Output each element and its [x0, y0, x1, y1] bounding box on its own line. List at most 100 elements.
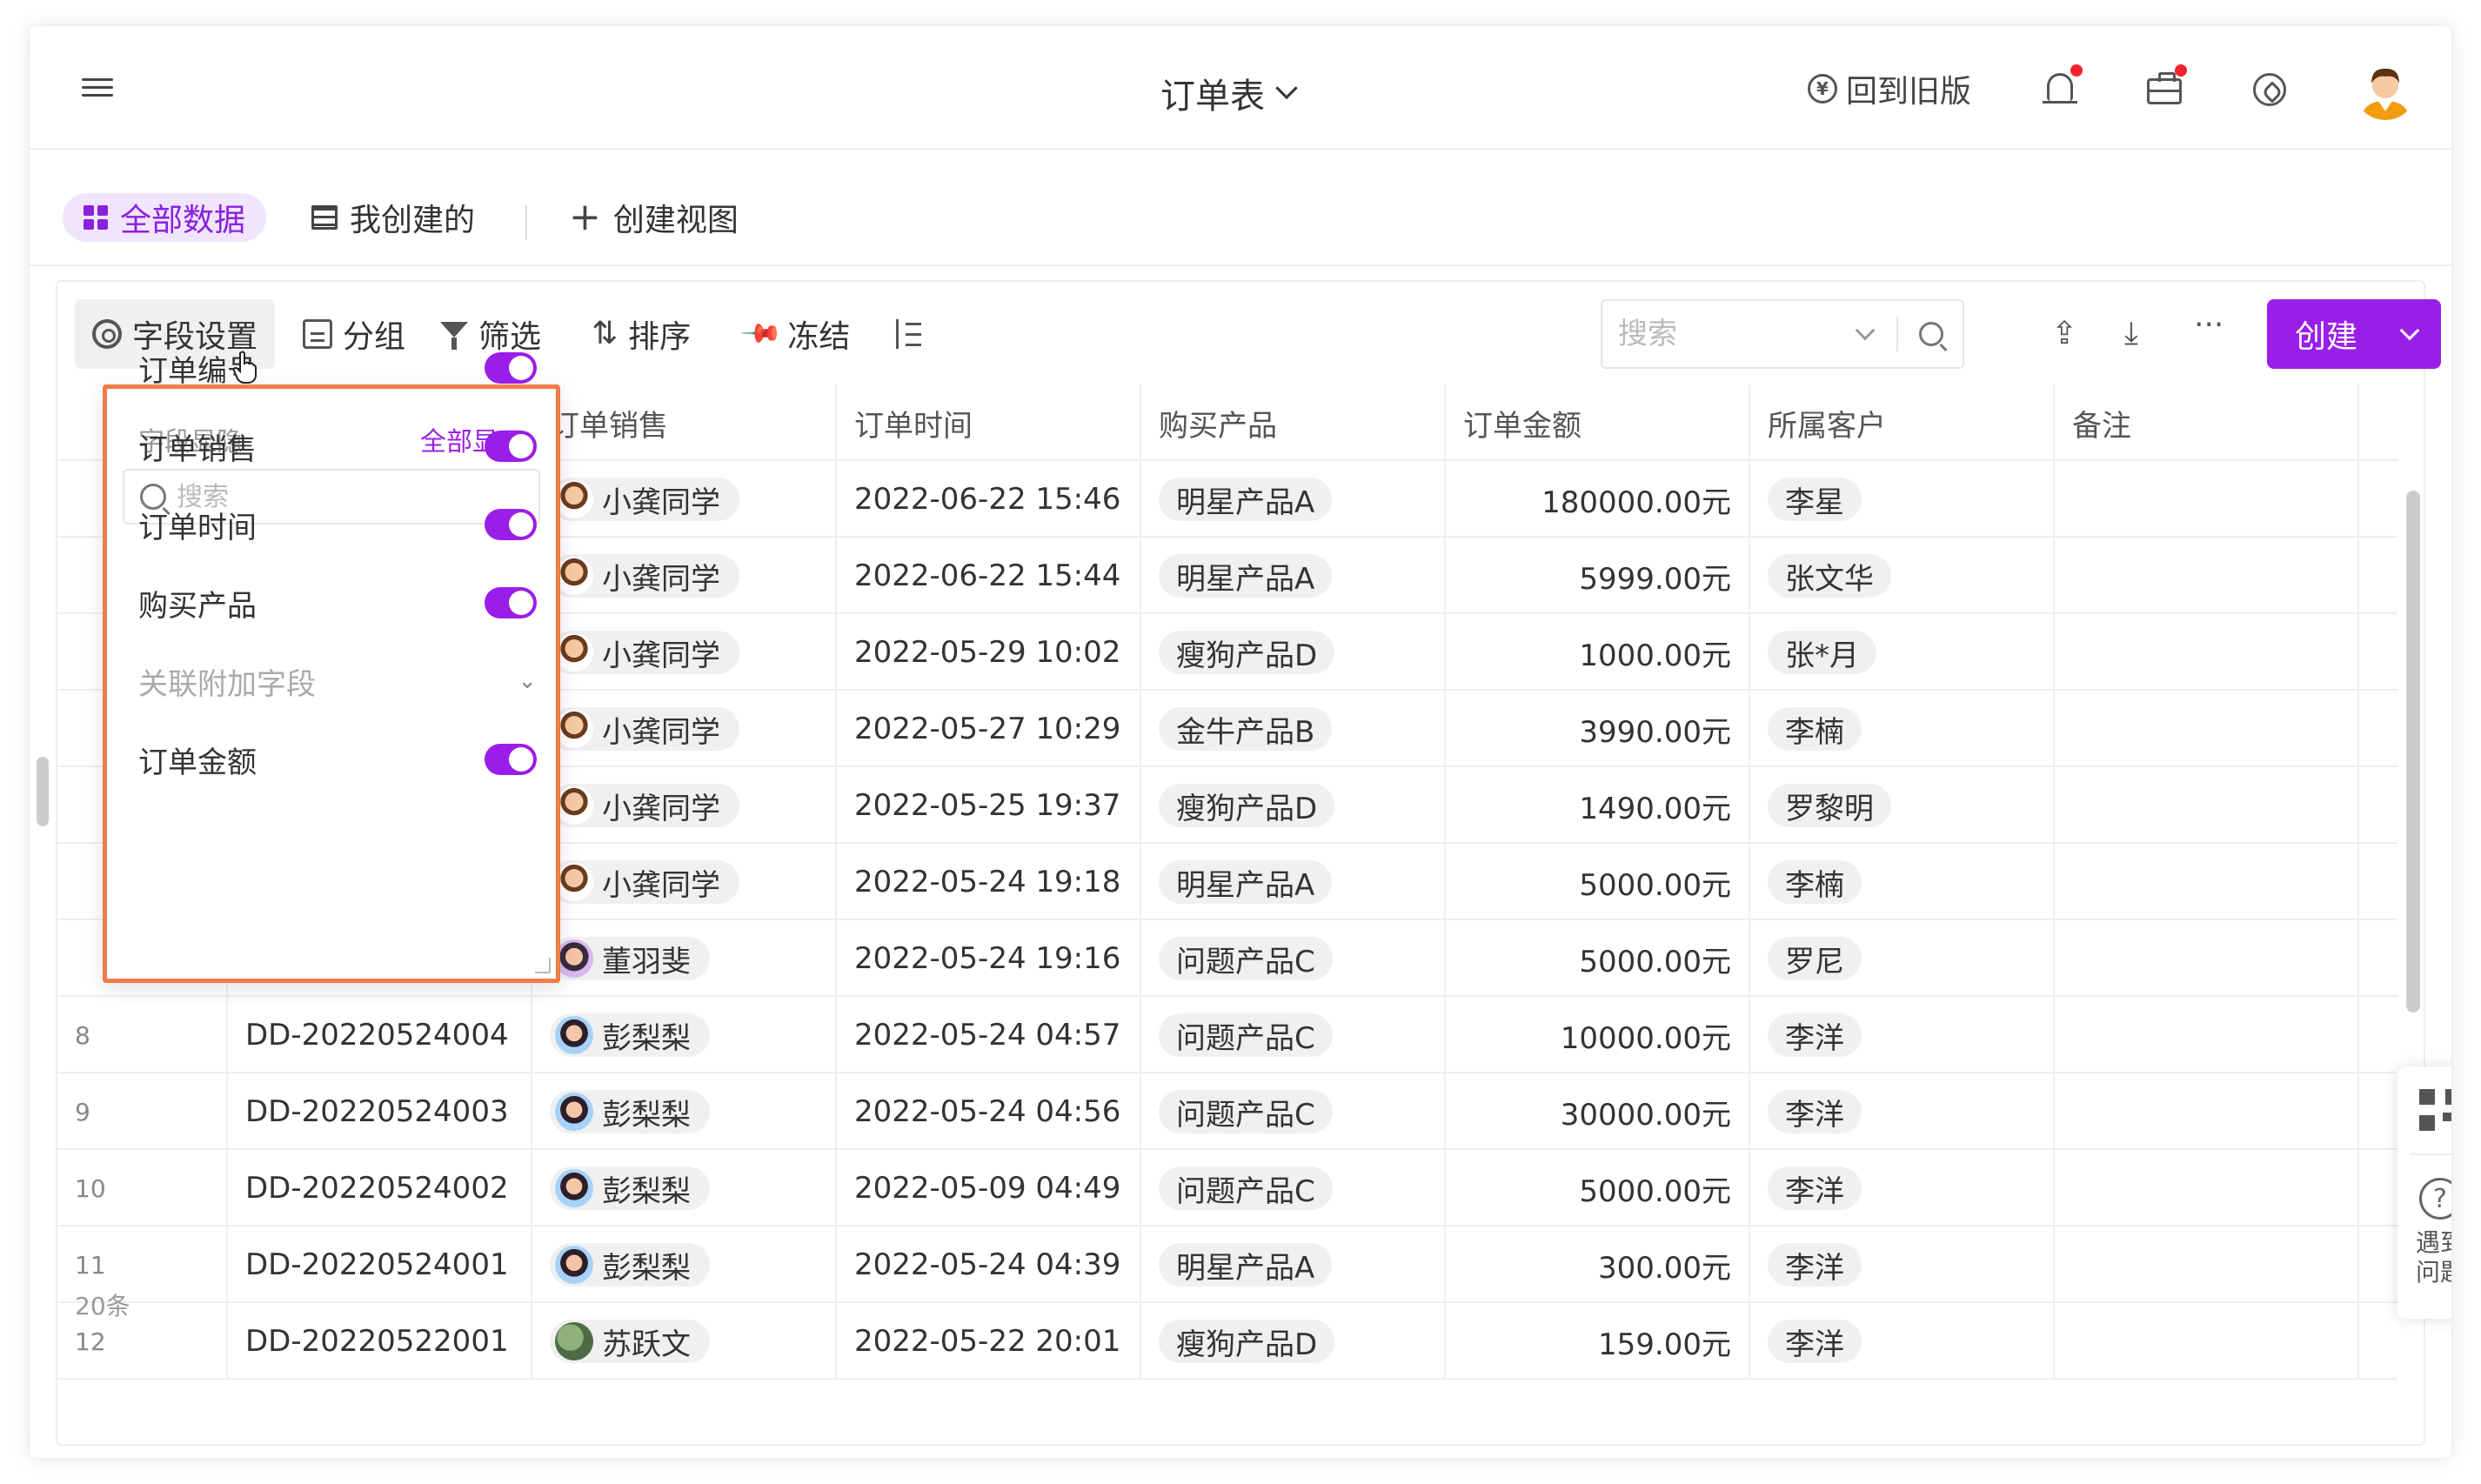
- column-header[interactable]: 订单时间: [837, 384, 1141, 461]
- column-header[interactable]: 所属客户: [1750, 384, 2055, 461]
- column-header[interactable]: 订单销售: [532, 384, 837, 461]
- back-to-old-version-button[interactable]: ¥ 回到旧版: [1807, 66, 1971, 111]
- note-cell[interactable]: [2055, 920, 2359, 997]
- tab-all-data[interactable]: 全部数据: [63, 193, 267, 242]
- order-time-cell[interactable]: 2022-05-24 19:16: [837, 920, 1141, 997]
- table-title-dropdown[interactable]: 订单表: [1160, 68, 1298, 118]
- help-label[interactable]: 遇到问题: [2414, 1228, 2451, 1287]
- order-time-cell[interactable]: 2022-05-29 10:02: [837, 614, 1141, 691]
- note-cell[interactable]: [2055, 767, 2359, 844]
- column-header[interactable]: 购买产品: [1141, 384, 1446, 461]
- horizontal-scroll-handle[interactable]: [37, 757, 49, 826]
- note-cell[interactable]: [2055, 997, 2359, 1073]
- order-time-cell[interactable]: 2022-06-22 15:44: [837, 538, 1141, 614]
- help-icon[interactable]: ?: [2419, 1178, 2451, 1220]
- product-cell[interactable]: 问题产品C: [1141, 1073, 1446, 1150]
- order-id-cell[interactable]: DD-20220524004: [228, 997, 532, 1073]
- customer-cell[interactable]: 李楠: [1750, 844, 2055, 920]
- note-cell[interactable]: [2055, 538, 2359, 614]
- visibility-toggle[interactable]: [485, 509, 537, 540]
- product-cell[interactable]: 瘦狗产品D: [1141, 767, 1446, 844]
- order-time-cell[interactable]: 2022-06-22 15:46: [837, 461, 1141, 538]
- note-cell[interactable]: [2055, 461, 2359, 538]
- table-row[interactable]: 10 DD-20220524002 彭梨梨 2022-05-09 04:49 问题产品C…: [57, 1150, 2397, 1227]
- sales-cell[interactable]: 小龚同学: [532, 844, 837, 920]
- visibility-toggle[interactable]: [485, 431, 537, 462]
- product-cell[interactable]: 明星产品A: [1141, 538, 1446, 614]
- customer-cell[interactable]: 罗尼: [1750, 920, 2055, 997]
- sales-cell[interactable]: 小龚同学: [532, 691, 837, 767]
- create-view-button[interactable]: + 创建视图: [548, 193, 759, 242]
- customer-cell[interactable]: 李楠: [1750, 691, 2055, 767]
- resize-handle[interactable]: [535, 958, 551, 973]
- chevron-down-icon[interactable]: [1855, 320, 1876, 341]
- chevron-down-icon[interactable]: [2399, 320, 2420, 341]
- column-header[interactable]: 备注: [2055, 384, 2359, 461]
- product-cell[interactable]: 问题产品C: [1141, 997, 1446, 1073]
- order-time-cell[interactable]: 2022-05-24 04:56: [837, 1073, 1141, 1150]
- compass-icon[interactable]: [2250, 70, 2288, 108]
- customer-cell[interactable]: 张*月: [1750, 614, 2055, 691]
- customer-cell[interactable]: 李星: [1750, 461, 2055, 538]
- sales-cell[interactable]: 小龚同学: [532, 614, 837, 691]
- search-input[interactable]: [1602, 317, 1846, 351]
- customer-cell[interactable]: 李洋: [1750, 1150, 2055, 1227]
- sort-button[interactable]: ⇅ 排序: [574, 299, 708, 369]
- product-cell[interactable]: 金牛产品B: [1141, 691, 1446, 767]
- note-cell[interactable]: [2055, 1150, 2359, 1227]
- amount-cell[interactable]: 30000.00元: [1446, 1073, 1750, 1150]
- product-cell[interactable]: 明星产品A: [1141, 844, 1446, 920]
- freeze-button[interactable]: 📌 冻结: [727, 299, 867, 369]
- row-height-button[interactable]: [879, 299, 940, 369]
- amount-cell[interactable]: 5000.00元: [1446, 920, 1750, 997]
- note-cell[interactable]: [2055, 844, 2359, 920]
- order-id-cell[interactable]: DD-20220524003: [228, 1073, 532, 1150]
- order-time-cell[interactable]: 2022-05-09 04:49: [837, 1150, 1141, 1227]
- product-cell[interactable]: 明星产品A: [1141, 461, 1446, 538]
- amount-cell[interactable]: 1490.00元: [1446, 767, 1750, 844]
- upload-icon[interactable]: ⇪: [2051, 317, 2077, 351]
- note-cell[interactable]: [2055, 691, 2359, 767]
- customer-cell[interactable]: 李洋: [1750, 997, 2055, 1073]
- column-header[interactable]: 订单金额: [1446, 384, 1750, 461]
- create-record-button[interactable]: 创建: [2267, 299, 2441, 369]
- tab-created-by-me[interactable]: 我创建的: [291, 193, 496, 242]
- visibility-toggle[interactable]: [485, 352, 537, 384]
- sales-cell[interactable]: 彭梨梨: [532, 1073, 837, 1150]
- download-icon[interactable]: ⤓: [2124, 317, 2138, 351]
- sales-cell[interactable]: 小龚同学: [532, 767, 837, 844]
- table-row[interactable]: 9 DD-20220524003 彭梨梨 2022-05-24 04:56 问题产品C 3…: [57, 1073, 2397, 1150]
- sales-cell[interactable]: 彭梨梨: [532, 1150, 837, 1227]
- order-time-cell[interactable]: 2022-05-24 19:18: [837, 844, 1141, 920]
- amount-cell[interactable]: 5000.00元: [1446, 844, 1750, 920]
- product-cell[interactable]: 问题产品C: [1141, 1150, 1446, 1227]
- table-row[interactable]: 8 DD-20220524004 彭梨梨 2022-05-24 04:57 问题产品C 1…: [57, 997, 2397, 1073]
- user-avatar[interactable]: [2354, 57, 2417, 120]
- sales-cell[interactable]: 彭梨梨: [532, 997, 837, 1073]
- sales-cell[interactable]: 小龚同学: [532, 538, 837, 614]
- sales-cell[interactable]: 小龚同学: [532, 461, 837, 538]
- amount-cell[interactable]: 1000.00元: [1446, 614, 1750, 691]
- product-cell[interactable]: 瘦狗产品D: [1141, 614, 1446, 691]
- vertical-scrollbar[interactable]: [2406, 491, 2420, 1013]
- customer-cell[interactable]: 张文华: [1750, 538, 2055, 614]
- note-cell[interactable]: [2055, 614, 2359, 691]
- qr-code-icon[interactable]: [2419, 1089, 2451, 1131]
- amount-cell[interactable]: 180000.00元: [1446, 461, 1750, 538]
- order-id-cell[interactable]: DD-20220524002: [228, 1150, 532, 1227]
- amount-cell[interactable]: 5000.00元: [1446, 1150, 1750, 1227]
- visibility-toggle[interactable]: [485, 744, 537, 775]
- order-time-cell[interactable]: 2022-05-24 04:57: [837, 997, 1141, 1073]
- briefcase-icon[interactable]: [2145, 64, 2187, 108]
- notification-bell-icon[interactable]: [2041, 64, 2083, 108]
- order-time-cell[interactable]: 2022-05-27 10:29: [837, 691, 1141, 767]
- hamburger-menu-icon[interactable]: [82, 78, 113, 101]
- visibility-toggle[interactable]: [485, 587, 537, 618]
- amount-cell[interactable]: 10000.00元: [1446, 997, 1750, 1073]
- sales-cell[interactable]: 董羽斐: [532, 920, 837, 997]
- order-time-cell[interactable]: 2022-05-25 19:37: [837, 767, 1141, 844]
- more-options-icon[interactable]: ···: [2194, 308, 2224, 343]
- customer-cell[interactable]: 罗黎明: [1750, 767, 2055, 844]
- note-cell[interactable]: [2055, 1073, 2359, 1150]
- customer-cell[interactable]: 李洋: [1750, 1073, 2055, 1150]
